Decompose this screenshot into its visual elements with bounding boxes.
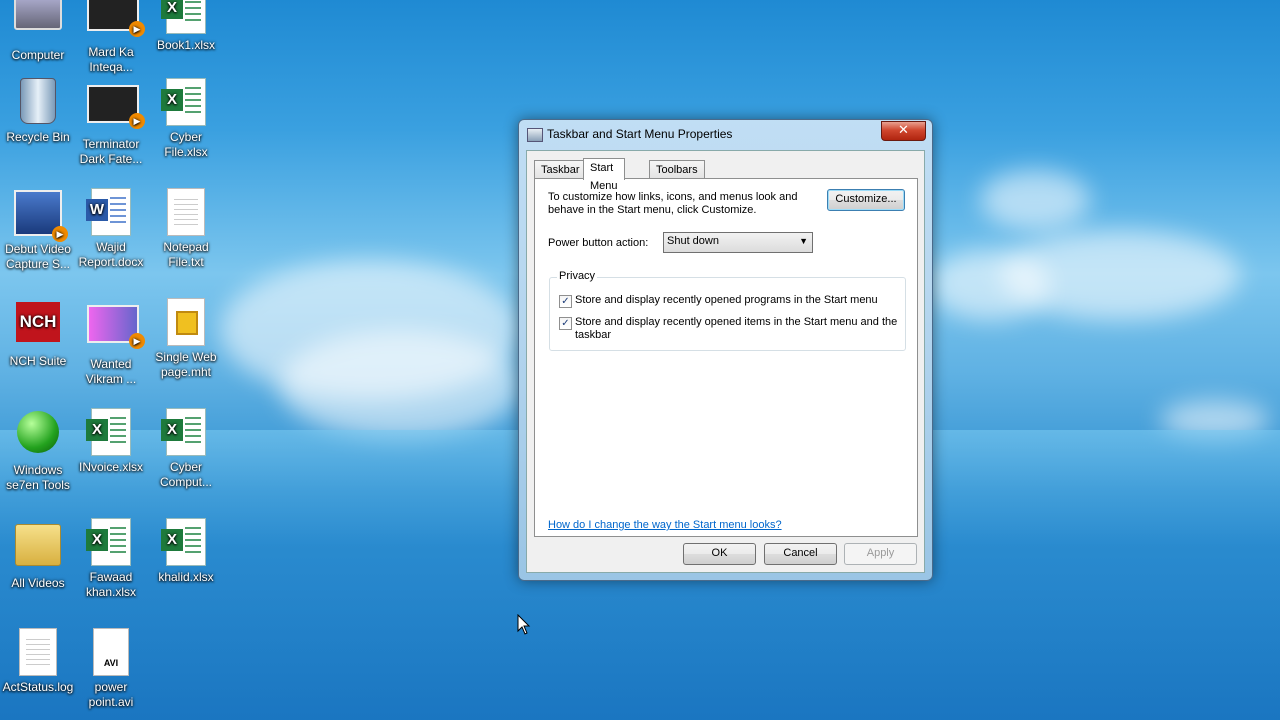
close-icon: ✕ — [898, 123, 909, 138]
video-file-icon — [87, 0, 145, 41]
computer-icon — [14, 0, 62, 44]
ok-button[interactable]: OK — [683, 543, 756, 565]
recent-items-checkbox[interactable]: ✓ — [559, 317, 572, 330]
dialog-client-area: Taskbar Start Menu Toolbars To customize… — [526, 150, 925, 573]
desktop-icon-label: All Videos — [11, 576, 65, 590]
folder-icon — [14, 524, 62, 572]
desktop-icon-mard-ka[interactable]: Mard Ka Inteqa... — [73, 0, 149, 75]
desktop-icon-label: Fawaad khan.xlsx — [85, 570, 137, 599]
close-button[interactable]: ✕ — [881, 121, 926, 141]
desktop-icon-khalid[interactable]: X khalid.xlsx — [148, 518, 224, 585]
privacy-group-title: Privacy — [557, 270, 598, 282]
desktop-icon-cyber-file[interactable]: X Cyber File.xlsx — [148, 78, 224, 160]
mouse-cursor-icon — [517, 614, 531, 635]
taskbar-start-menu-properties-dialog: Taskbar and Start Menu Properties ✕ Task… — [518, 119, 933, 581]
desktop-icon-label: Windows se7en Tools — [6, 463, 70, 492]
desktop-icon-book1[interactable]: X Book1.xlsx — [148, 0, 224, 53]
tab-label: Taskbar — [541, 164, 580, 176]
start-menu-panel: To customize how links, icons, and menus… — [534, 178, 918, 537]
desktop-icon-label: Cyber File.xlsx — [164, 130, 208, 159]
desktop-icon-label: Wajid Report.docx — [78, 240, 144, 269]
desktop-icon-cyber-comput[interactable]: X Cyber Comput... — [148, 408, 224, 490]
desktop-icon-invoice[interactable]: X INvoice.xlsx — [73, 408, 149, 475]
power-button-action-label: Power button action: — [548, 237, 649, 249]
desktop-icon-label: Wanted Vikram ... — [85, 357, 137, 386]
desktop-icon-label: power point.avi — [88, 680, 134, 709]
desktop-icon-wajid-report[interactable]: W Wajid Report.docx — [73, 188, 149, 270]
properties-window-icon — [527, 128, 543, 142]
desktop-icon-wanted-vikram[interactable]: Wanted Vikram ... — [73, 298, 149, 387]
desktop-icon-label: ActStatus.log — [2, 680, 74, 694]
desktop-icon-label: NCH Suite — [9, 354, 67, 368]
dropdown-arrow-icon: ▼ — [799, 236, 808, 246]
power-button-action-select[interactable]: Shut down ▼ — [663, 232, 813, 253]
tab-start-menu[interactable]: Start Menu — [583, 158, 625, 192]
desktop-icon-all-videos[interactable]: All Videos — [0, 518, 76, 591]
excel-file-icon: X — [161, 518, 210, 566]
desktop-icon-power-point-avi[interactable]: AVI power point.avi — [73, 628, 149, 710]
excel-file-icon: X — [161, 78, 210, 126]
tab-label: Start Menu — [590, 162, 618, 192]
customize-button[interactable]: Customize... — [827, 189, 905, 211]
video-capture-icon — [14, 190, 68, 242]
ok-button-label: OK — [711, 547, 728, 559]
desktop-icon-windows-tools[interactable]: Windows se7en Tools — [0, 408, 76, 493]
start-menu-help-link[interactable]: How do I change the way the Start menu l… — [548, 519, 782, 531]
desktop-icon-debut-video[interactable]: Debut Video Capture S... — [0, 188, 76, 272]
desktop-icon-recycle-bin[interactable]: Recycle Bin — [0, 78, 76, 145]
desktop-icon-label: Cyber Comput... — [159, 460, 213, 489]
tab-taskbar[interactable]: Taskbar — [534, 160, 587, 179]
excel-file-icon: X — [86, 518, 135, 566]
tab-toolbars[interactable]: Toolbars — [649, 160, 705, 179]
dialog-title: Taskbar and Start Menu Properties — [547, 127, 733, 141]
privacy-group: Privacy ✓ Store and display recently ope… — [549, 270, 906, 351]
word-file-icon: W — [86, 188, 135, 236]
text-file-icon — [14, 628, 62, 676]
desktop-icon-actstatus-log[interactable]: ActStatus.log — [0, 628, 76, 695]
desktop-icon-label: Computer — [11, 48, 65, 62]
desktop-icon-fawaad-khan[interactable]: X Fawaad khan.xlsx — [73, 518, 149, 600]
excel-file-icon: X — [161, 0, 210, 34]
dialog-titlebar[interactable]: Taskbar and Start Menu Properties ✕ — [519, 120, 932, 150]
desktop-icon-label: INvoice.xlsx — [78, 460, 143, 474]
desktop-icon-label: khalid.xlsx — [158, 570, 214, 584]
desktop-icon-label: Debut Video Capture S... — [5, 242, 71, 271]
web-archive-icon — [162, 298, 210, 346]
desktop-icon-nch-suite[interactable]: NCH NCH Suite — [0, 298, 76, 369]
desktop-icon-label: Book1.xlsx — [156, 38, 216, 52]
desktop-icon-label: Single Web page.mht — [155, 350, 217, 379]
customize-button-label: Customize... — [835, 193, 897, 205]
desktop-icon-terminator[interactable]: Terminator Dark Fate... — [73, 78, 149, 167]
desktop-icon-label: Recycle Bin — [6, 130, 70, 144]
desktop-icon-label: Mard Ka Inteqa... — [88, 45, 134, 74]
desktop-icon-notepad-file[interactable]: Notepad File.txt — [148, 188, 224, 270]
tab-label: Toolbars — [656, 164, 698, 176]
excel-file-icon: X — [86, 408, 135, 456]
nch-logo-icon: NCH — [14, 302, 62, 350]
apply-button[interactable]: Apply — [844, 543, 917, 565]
video-file-icon — [87, 85, 145, 133]
video-file-icon — [87, 305, 145, 353]
recycle-bin-icon — [14, 78, 62, 126]
cancel-button[interactable]: Cancel — [764, 543, 837, 565]
cancel-button-label: Cancel — [783, 547, 818, 559]
desktop-icon-single-web-page[interactable]: Single Web page.mht — [148, 298, 224, 380]
recent-programs-label[interactable]: Store and display recently opened progra… — [575, 294, 905, 307]
recent-programs-checkbox[interactable]: ✓ — [559, 295, 572, 308]
apply-button-label: Apply — [866, 547, 895, 559]
power-button-action-value: Shut down — [667, 235, 719, 247]
desktop-icon-label: Terminator Dark Fate... — [79, 137, 143, 166]
text-file-icon — [162, 188, 210, 236]
desktop-icon-label: Notepad File.txt — [163, 240, 209, 269]
avi-file-icon: AVI — [87, 628, 135, 676]
excel-file-icon: X — [161, 408, 210, 456]
customize-description: To customize how links, icons, and menus… — [548, 191, 798, 216]
desktop-icon-computer[interactable]: Computer — [0, 0, 76, 63]
globe-icon — [14, 411, 62, 459]
recent-items-label[interactable]: Store and display recently opened items … — [575, 316, 905, 342]
